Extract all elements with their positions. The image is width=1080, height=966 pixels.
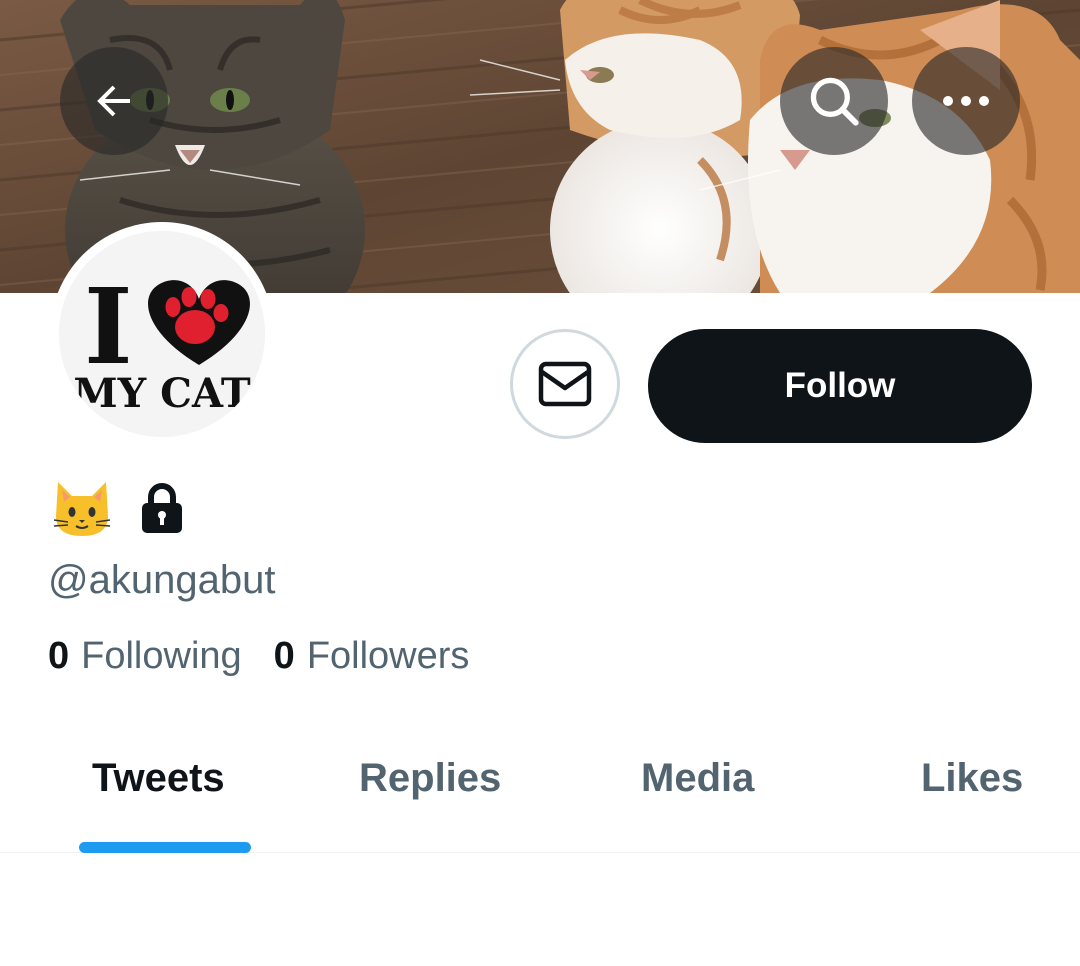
following-link[interactable]: 0 Following: [48, 632, 242, 680]
mail-icon: [538, 361, 592, 407]
followers-label: Followers: [306, 635, 470, 677]
profile-avatar[interactable]: I MY CAT: [50, 222, 274, 446]
follow-button[interactable]: Follow: [648, 329, 1032, 443]
following-count: 0: [48, 635, 70, 677]
avatar-image: I MY CAT: [59, 231, 265, 437]
active-tab-indicator: [79, 842, 251, 853]
i-love-my-cat-logo: I MY CAT: [59, 231, 265, 437]
display-name: [50, 476, 184, 540]
profile-tabs: Tweets Replies Media Likes: [0, 730, 1080, 853]
more-horizontal-icon: [943, 96, 989, 106]
followers-link[interactable]: 0 Followers: [274, 632, 470, 680]
tab-replies[interactable]: Replies: [359, 730, 501, 852]
tab-likes[interactable]: Likes: [921, 730, 1023, 852]
search-icon: [810, 77, 859, 126]
search-button[interactable]: [780, 47, 888, 155]
profile-handle: @akungabut: [48, 558, 276, 602]
svg-text:MY CAT: MY CAT: [73, 370, 250, 417]
lock-icon: [142, 483, 182, 533]
tab-tweets[interactable]: Tweets: [92, 730, 225, 852]
back-button[interactable]: [60, 47, 168, 155]
profile-stats: 0 Following 0 Followers: [48, 632, 469, 680]
followers-count: 0: [273, 635, 295, 677]
arrow-left-icon: [97, 85, 130, 117]
tab-media[interactable]: Media: [641, 730, 754, 852]
message-button[interactable]: [510, 329, 620, 439]
more-button[interactable]: [912, 47, 1020, 155]
cat-face-emoji: [53, 482, 111, 536]
following-label: Following: [81, 635, 242, 677]
